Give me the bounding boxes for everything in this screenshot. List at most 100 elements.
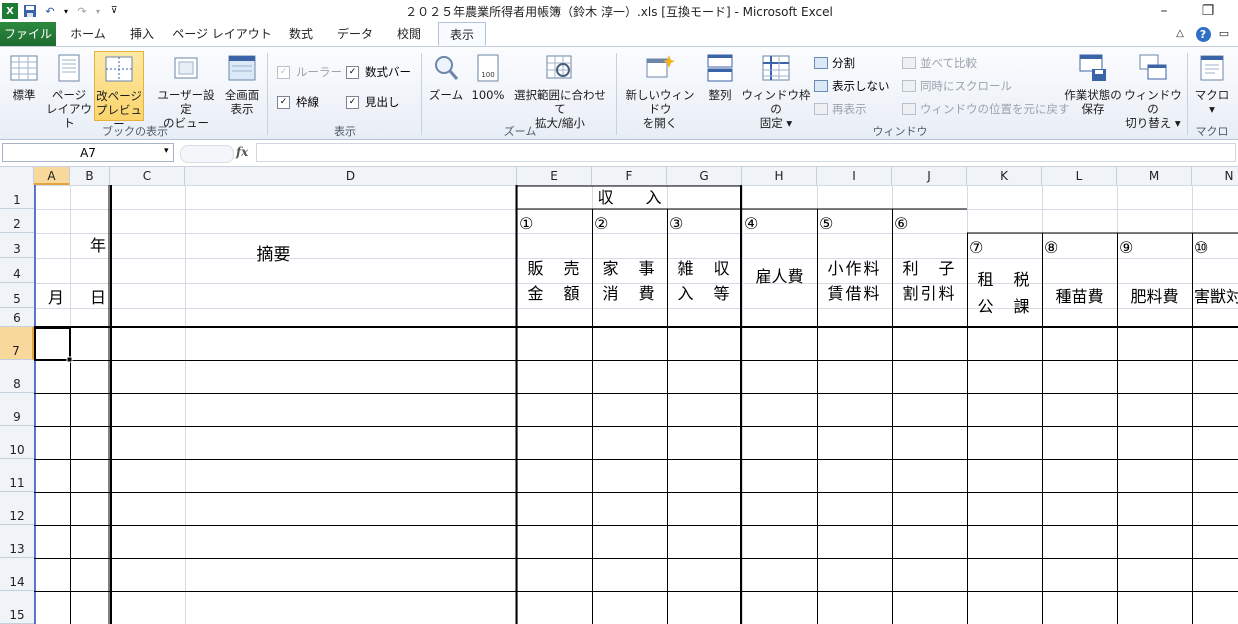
unhide-window-button[interactable]: 再表示	[814, 101, 867, 117]
unhide-window-icon	[814, 103, 828, 115]
svg-text:100: 100	[481, 71, 494, 79]
macros-label: マクロ	[1194, 88, 1230, 102]
help-icon[interactable]: ?	[1194, 22, 1212, 46]
view-side-by-side-button[interactable]: 並べて比較	[902, 55, 977, 71]
tab-page-layout[interactable]: ページ レイアウト	[172, 22, 272, 46]
ribbon-separator	[267, 53, 268, 135]
column-header-h[interactable]: H	[742, 167, 817, 185]
gridlines-check-icon: ✓	[277, 95, 290, 109]
wages-header: 雇人費	[755, 267, 803, 286]
window-title: ２０２５年農業所得者用帳簿（鈴木 淳一）.xls [互換モード] - Micro…	[405, 5, 833, 19]
restore-workbook-icon[interactable]: ▭	[1214, 22, 1234, 46]
new-window-label-2: を開く	[642, 116, 678, 130]
column-header-e[interactable]: E	[517, 167, 592, 185]
full-screen-icon	[228, 55, 256, 81]
formula-input[interactable]	[256, 143, 1236, 162]
gridlines-checkbox[interactable]: ✓ 枠線	[277, 94, 319, 110]
column-header-j[interactable]: J	[892, 167, 967, 185]
page-break-preview-icon	[105, 56, 133, 82]
row-header-5[interactable]: 5	[0, 283, 34, 308]
reset-window-position-button[interactable]: ウィンドウの位置を元に戻す	[902, 101, 1070, 117]
column-number-8: ⑤	[819, 214, 833, 233]
column-number-13: ⑩	[1194, 238, 1208, 257]
active-cell-a7[interactable]	[34, 327, 71, 361]
row-header-14[interactable]: 14	[0, 558, 34, 591]
zoom-100-button[interactable]: 100 100%	[468, 53, 508, 119]
zoom-button[interactable]: ズーム	[426, 53, 466, 119]
normal-view-button[interactable]: 標準	[4, 53, 44, 119]
row-header-6[interactable]: 6	[0, 308, 34, 327]
custom-views-label-1: ユーザー設定	[157, 88, 215, 116]
switch-windows-button[interactable]: ウィンドウの 切り替え ▾	[1124, 53, 1182, 130]
group-label-macros: マクロ	[1195, 125, 1229, 138]
tab-data[interactable]: データ	[330, 22, 380, 46]
row-header-12[interactable]: 12	[0, 492, 34, 525]
new-window-button[interactable]: 新しいウィンドウ を開く	[620, 53, 700, 130]
column-header-c[interactable]: C	[110, 167, 185, 185]
split-button[interactable]: 分割	[814, 55, 855, 71]
column-header-n[interactable]: N	[1192, 167, 1238, 185]
fill-handle[interactable]	[66, 356, 73, 363]
minimize-button[interactable]: –	[1146, 0, 1182, 22]
select-all-corner[interactable]	[0, 167, 34, 185]
tab-insert[interactable]: 挿入	[118, 22, 166, 46]
column-header-a[interactable]: A	[34, 167, 70, 185]
cell-grid[interactable]: 年月 日 摘要 収 入 ① ② ③ ④ ⑤ ⑥ ⑦ ⑧ ⑨ ⑩ 販 売金 額 家 事消 費 雑 収入 等 雇人費 小…	[34, 185, 1238, 624]
column-header-f[interactable]: F	[592, 167, 667, 185]
tab-file[interactable]: ファイル	[0, 22, 56, 46]
insert-function-icon[interactable]: fx	[236, 145, 248, 159]
save-workspace-button[interactable]: 作業状態の 保存	[1062, 53, 1124, 119]
arrange-all-button[interactable]: 整列	[702, 53, 738, 119]
full-screen-button[interactable]: 全画面 表示	[222, 53, 262, 119]
formula-bar-checkbox[interactable]: ✓ 数式バー	[346, 64, 411, 80]
column-header-d[interactable]: D	[185, 167, 517, 185]
ribbon-tabs: ファイル ホーム 挿入 ページ レイアウト 数式 データ 校閲 表示 △ ? ▭	[0, 22, 1238, 47]
freeze-panes-button[interactable]: ウィンドウ枠の 固定 ▾	[740, 53, 812, 130]
row-header-10[interactable]: 10	[0, 426, 34, 459]
restore-button[interactable]: ❐	[1190, 0, 1226, 22]
row-header-1[interactable]: 1	[0, 185, 34, 209]
row-header-15[interactable]: 15	[0, 591, 34, 624]
tab-review[interactable]: 校閲	[386, 22, 432, 46]
tab-home[interactable]: ホーム	[62, 22, 114, 46]
ribbon-separator	[1187, 53, 1188, 135]
column-header-b[interactable]: B	[70, 167, 110, 185]
row-header-7[interactable]: 7	[0, 327, 34, 360]
headings-checkbox[interactable]: ✓ 見出し	[346, 94, 400, 110]
pest-header: 害獣対	[1194, 287, 1238, 306]
zoom-to-selection-button[interactable]: 選択範囲に合わせて 拡大/縮小	[510, 53, 610, 130]
day-label: 日	[90, 288, 106, 307]
gridlines-label: 枠線	[296, 95, 319, 109]
column-header-i[interactable]: I	[817, 167, 892, 185]
tab-view[interactable]: 表示	[438, 22, 486, 46]
ruler-checkbox[interactable]: ✓ ルーラー	[277, 64, 342, 80]
column-header-m[interactable]: M	[1117, 167, 1192, 185]
name-box-dropdown-icon[interactable]: ▾	[164, 146, 169, 156]
month-label: 月	[48, 288, 64, 307]
row-header-11[interactable]: 11	[0, 459, 34, 492]
row-header-8[interactable]: 8	[0, 360, 34, 393]
page-break-preview-button[interactable]: 改ページ プレビュー	[94, 51, 144, 131]
group-label-window: ウィンドウ	[872, 125, 928, 138]
name-box[interactable]: A7	[2, 143, 174, 162]
interest-header-line-1: 利 子	[902, 259, 956, 278]
formula-bar-resize-handle[interactable]	[180, 145, 234, 163]
synchronous-scrolling-button[interactable]: 同時にスクロール	[902, 78, 1012, 94]
column-number-9: ⑥	[894, 214, 908, 233]
row-header-4[interactable]: 4	[0, 258, 34, 283]
row-header-9[interactable]: 9	[0, 393, 34, 426]
split-icon	[814, 57, 828, 69]
column-header-g[interactable]: G	[667, 167, 742, 185]
fertilizer-header: 肥料費	[1130, 287, 1178, 306]
row-header-13[interactable]: 13	[0, 525, 34, 558]
minimize-ribbon-icon[interactable]: △	[1172, 22, 1188, 46]
page-layout-view-button[interactable]: ページ レイアウト	[46, 53, 92, 130]
hide-window-button[interactable]: 表示しない	[814, 78, 890, 94]
custom-views-button[interactable]: ユーザー設定 のビュー	[152, 53, 220, 130]
tab-formulas[interactable]: 数式	[278, 22, 324, 46]
row-header-2[interactable]: 2	[0, 209, 34, 233]
macros-button[interactable]: マクロ ▾	[1192, 53, 1232, 119]
column-header-k[interactable]: K	[967, 167, 1042, 185]
column-header-l[interactable]: L	[1042, 167, 1117, 185]
row-header-3[interactable]: 3	[0, 233, 34, 258]
